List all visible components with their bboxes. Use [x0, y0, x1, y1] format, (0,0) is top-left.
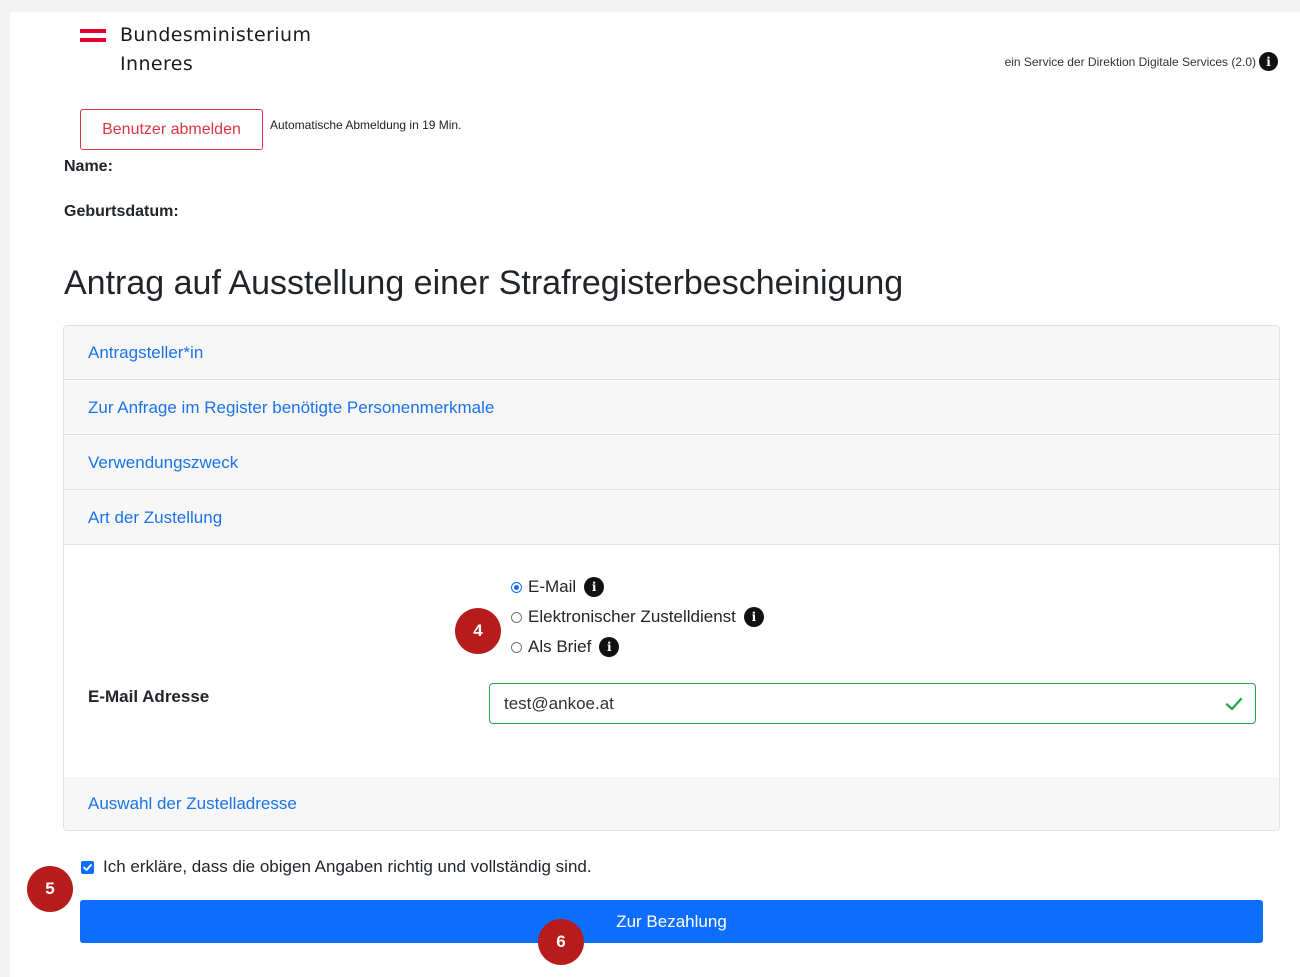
delivery-option-label: Elektronischer Zustelldienst: [528, 607, 736, 626]
delivery-options: E-Mail i Elektronischer Zustelldienst i …: [511, 572, 764, 662]
checkmark-icon: [83, 863, 92, 871]
delivery-section-body: E-Mail i Elektronischer Zustelldienst i …: [64, 546, 1279, 778]
step-marker-6: 6: [538, 919, 584, 965]
consent-checkbox[interactable]: [81, 860, 94, 874]
accordion-header-zustellung[interactable]: Art der Zustellung: [64, 491, 1279, 545]
radio-email[interactable]: [511, 581, 522, 593]
consent-label: Ich erkläre, dass die obigen Angaben ric…: [103, 857, 592, 876]
austrian-flag-icon: [80, 29, 106, 42]
delivery-option-email[interactable]: E-Mail i: [511, 572, 764, 602]
logo-line1: Bundesministerium: [120, 24, 312, 46]
auto-logout-text: Automatische Abmeldung in 19 Min.: [270, 118, 462, 132]
info-icon[interactable]: i: [599, 637, 620, 657]
birthdate-label: Geburtsdatum:: [64, 203, 179, 220]
delivery-option-label: E-Mail: [528, 577, 577, 596]
email-label: E-Mail Adresse: [88, 687, 210, 706]
name-label: Name:: [64, 158, 113, 175]
accordion-header-personenmerkmale[interactable]: Zur Anfrage im Register benötigte Person…: [64, 381, 1279, 435]
page-title: Antrag auf Ausstellung einer Strafregist…: [64, 264, 904, 302]
delivery-option-zustelldienst[interactable]: Elektronischer Zustelldienst i: [511, 602, 764, 632]
consent-row[interactable]: Ich erkläre, dass die obigen Angaben ric…: [81, 857, 592, 877]
info-icon[interactable]: i: [584, 577, 605, 597]
radio-zustelldienst[interactable]: [511, 611, 522, 623]
radio-brief[interactable]: [511, 641, 522, 653]
valid-check-icon: [1225, 697, 1243, 711]
logo-line2: Inneres: [120, 53, 194, 75]
step-marker-4: 4: [455, 608, 501, 654]
step-marker-5: 5: [27, 866, 73, 912]
accordion-header-antragsteller[interactable]: Antragsteller*in: [64, 326, 1279, 380]
pay-button[interactable]: Zur Bezahlung: [80, 900, 1263, 943]
accordion-header-zustelladresse[interactable]: Auswahl der Zustelladresse: [64, 777, 1279, 830]
application-accordion: Antragsteller*in Zur Anfrage im Register…: [63, 325, 1280, 831]
service-text: ein Service der Direktion Digitale Servi…: [1004, 54, 1256, 69]
info-icon[interactable]: i: [743, 607, 764, 627]
email-field[interactable]: test@ankoe.at: [489, 683, 1256, 724]
info-icon[interactable]: i: [1259, 52, 1278, 71]
email-value: test@ankoe.at: [504, 693, 614, 713]
logout-button[interactable]: Benutzer abmelden: [80, 109, 263, 150]
delivery-option-label: Als Brief: [528, 637, 592, 656]
service-info: ein Service der Direktion Digitale Servi…: [1005, 52, 1278, 71]
accordion-header-verwendungszweck[interactable]: Verwendungszweck: [64, 436, 1279, 490]
delivery-option-brief[interactable]: Als Brief i: [511, 632, 764, 662]
